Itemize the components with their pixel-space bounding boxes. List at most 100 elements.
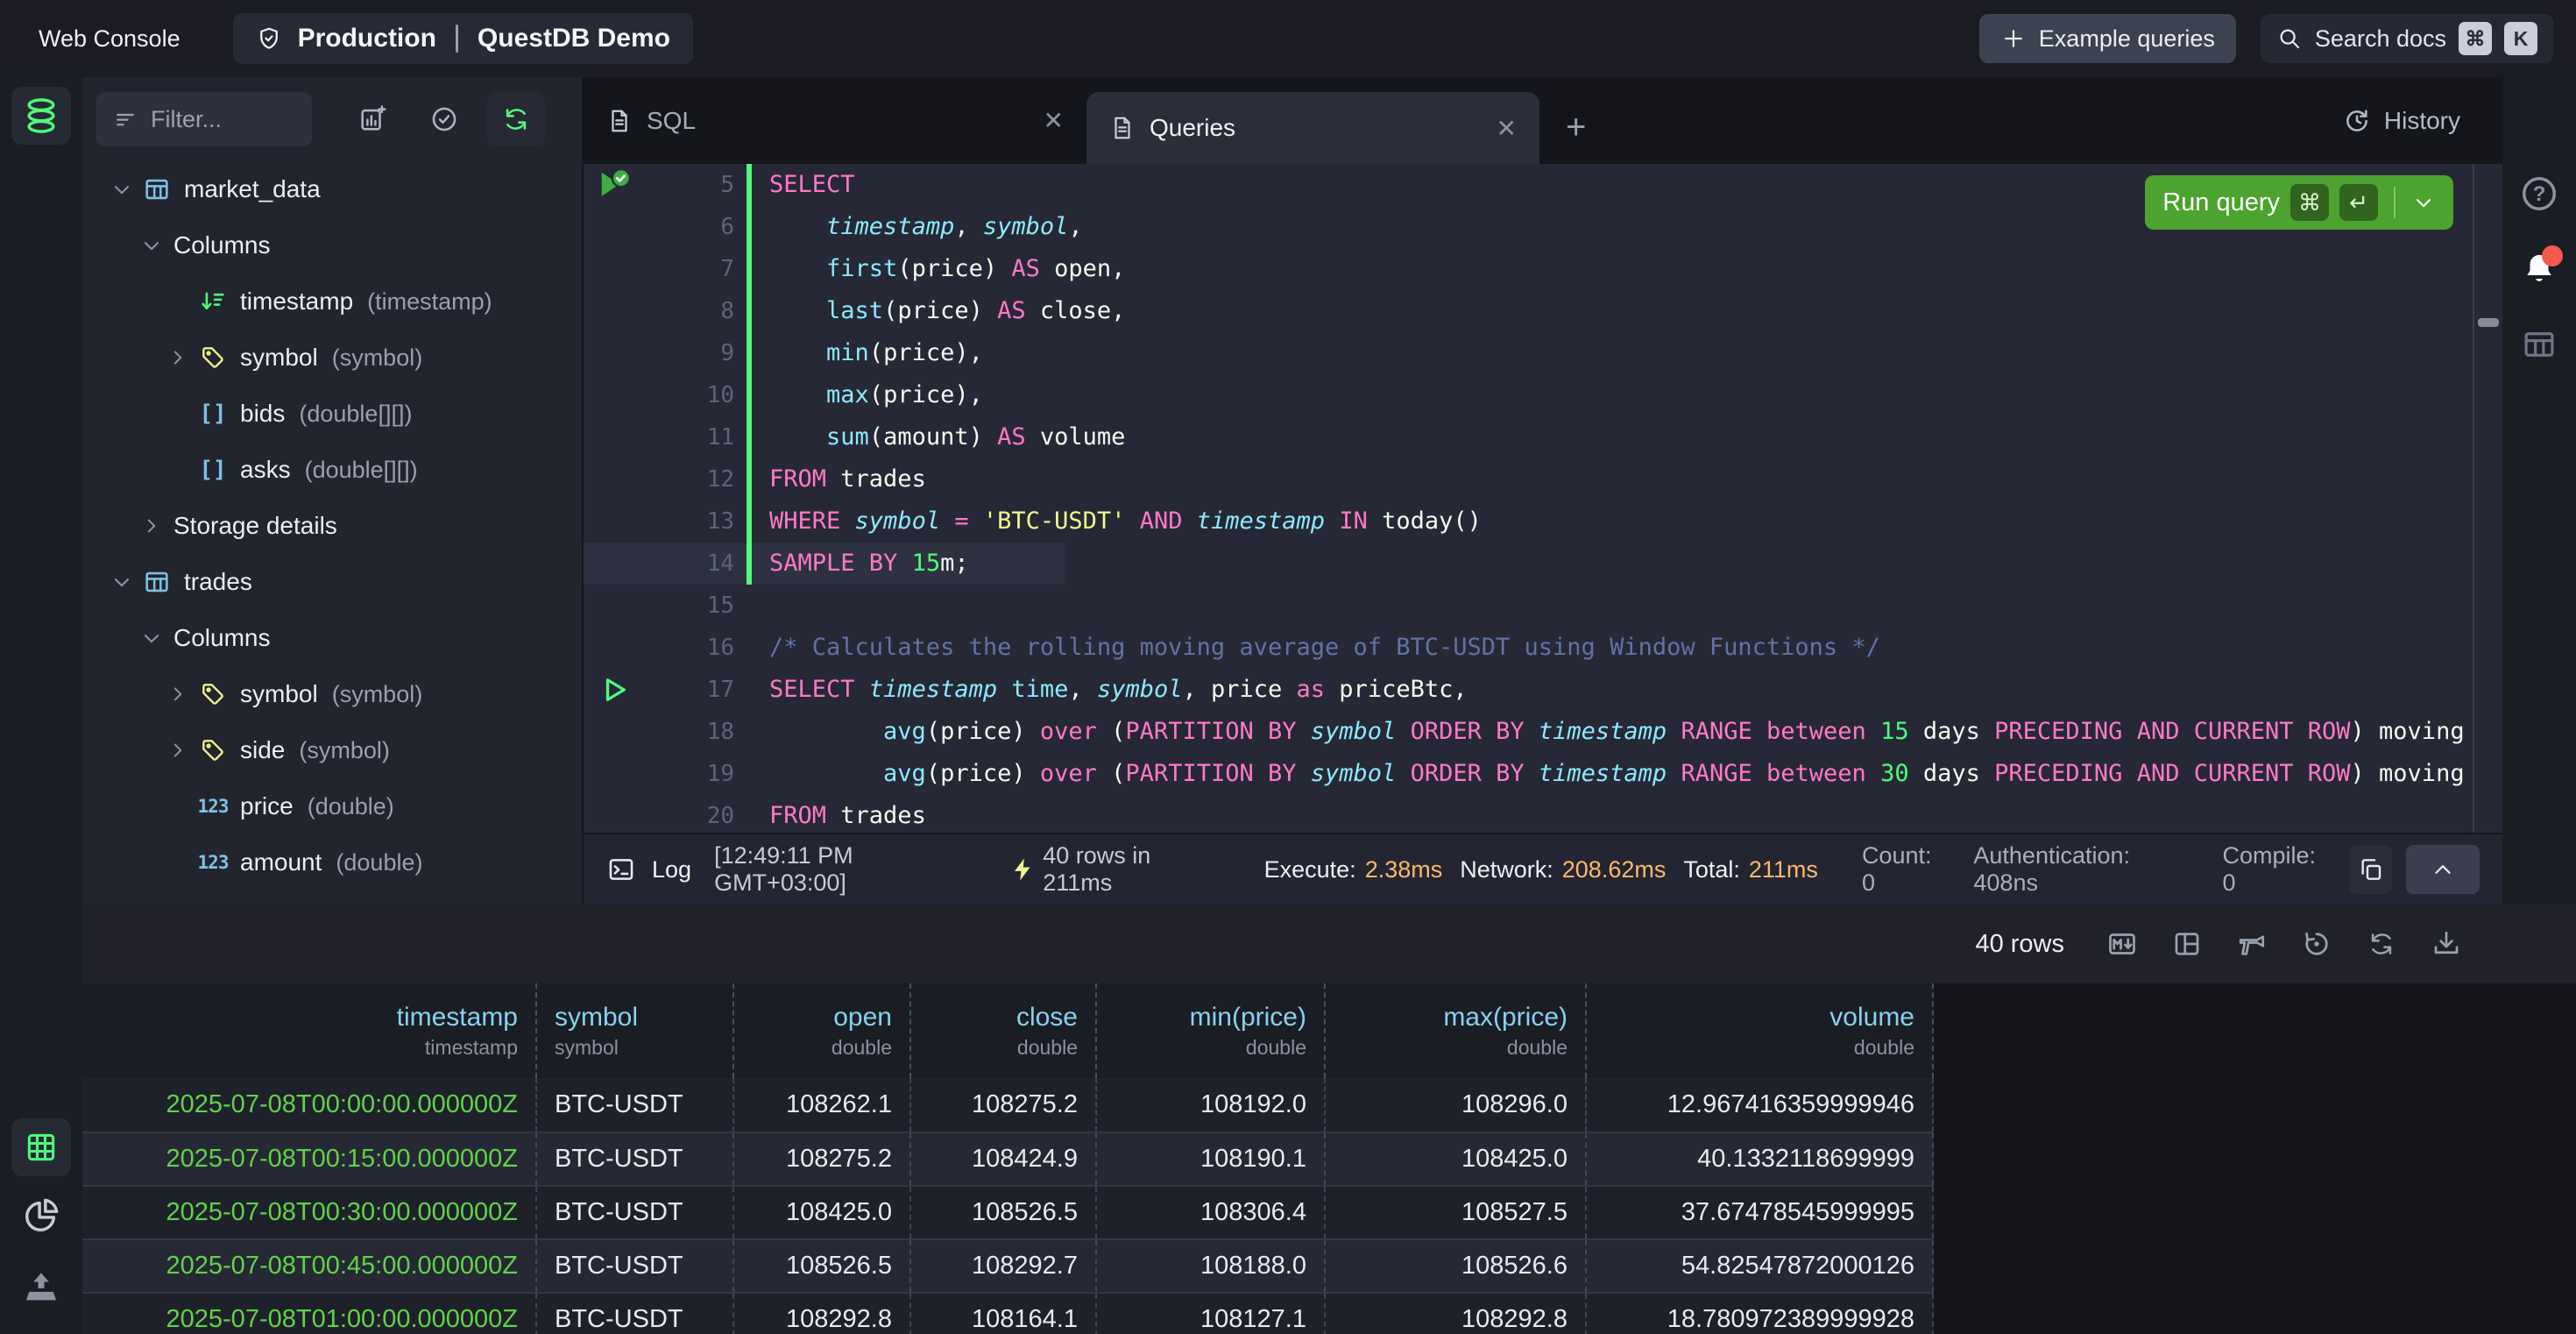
line-number: 6 <box>645 206 747 248</box>
instance-badge[interactable]: Production QuestDB Demo <box>233 13 693 64</box>
example-queries-button[interactable]: Example queries <box>1979 14 2236 63</box>
history-button[interactable]: History <box>2342 77 2460 164</box>
cell-min-price-: 108306.4 <box>1097 1187 1326 1238</box>
chevron-down-icon[interactable] <box>107 570 137 594</box>
instance-env: Production <box>298 24 436 53</box>
tree-item-symbol[interactable]: symbol(symbol) <box>82 330 582 386</box>
help-button[interactable]: ? <box>2519 174 2559 214</box>
notifications-button[interactable] <box>2521 251 2558 287</box>
tree-item-label: symbol <box>240 344 318 372</box>
download-icon[interactable] <box>2431 928 2462 960</box>
markdown-copy-icon[interactable] <box>2106 928 2138 960</box>
collapse-log-button[interactable] <box>2406 845 2480 894</box>
tree-item-columns[interactable]: Columns <box>82 217 582 273</box>
editor-scrollbar[interactable] <box>2473 164 2502 833</box>
chevron-right-icon[interactable] <box>163 346 193 369</box>
column-header-timestamp[interactable]: timestamptimestamp <box>82 983 537 1078</box>
tree-item-side[interactable]: side(symbol) <box>82 722 582 778</box>
tree-item-type: (double[][]) <box>299 401 412 428</box>
table-row[interactable]: 2025-07-08T00:15:00.000000ZBTC-USDT10827… <box>82 1132 1934 1185</box>
code-line-14: 14SAMPLE BY 15m; <box>584 543 2473 585</box>
chevron-down-icon[interactable] <box>107 177 137 202</box>
import-button[interactable] <box>21 1267 61 1307</box>
line-number: 9 <box>645 332 747 374</box>
log-stat: Compile: 0 <box>2222 842 2334 897</box>
tree-item-price[interactable]: 123price(double) <box>82 778 582 834</box>
tree-item-timestamp[interactable]: timestamp(timestamp) <box>82 891 582 905</box>
column-name: close <box>929 1003 1078 1032</box>
chevron-right-icon[interactable] <box>163 739 193 762</box>
gutter: 16 <box>584 627 752 669</box>
tree-item-storage-details[interactable]: Storage details <box>82 498 582 554</box>
column-header-volume[interactable]: volumedouble <box>1587 983 1934 1078</box>
column-header-max-price-[interactable]: max(price)double <box>1326 983 1587 1078</box>
metric-label: Network: <box>1460 856 1553 883</box>
tree-item-asks[interactable]: []asks(double[][]) <box>82 442 582 498</box>
column-header-close[interactable]: closedouble <box>911 983 1097 1078</box>
scrollbar-thumb[interactable] <box>2478 318 2499 327</box>
run-query-label: Run query <box>2162 188 2280 217</box>
tree-item-label: Storage details <box>173 512 337 540</box>
tag-icon <box>193 680 233 708</box>
gutter: 17 <box>584 669 752 711</box>
grid-view-button[interactable] <box>11 1118 71 1176</box>
table-row[interactable]: 2025-07-08T00:00:00.000000ZBTC-USDT10826… <box>82 1078 1934 1132</box>
tree-item-label: side <box>240 736 285 764</box>
cell-close: 108164.1 <box>911 1294 1097 1334</box>
run-query-button[interactable]: Run query ⌘ ↵ <box>2145 175 2453 230</box>
tree-item-amount[interactable]: 123amount(double) <box>82 834 582 891</box>
tree-item-symbol[interactable]: symbol(symbol) <box>82 666 582 722</box>
tab-queries[interactable]: Queries✕ <box>1086 92 1539 164</box>
table-icon <box>2521 326 2558 363</box>
tree-item-type: (symbol) <box>332 681 423 708</box>
line-number: 7 <box>645 248 747 290</box>
search-docs-button[interactable]: Search docs ⌘ K <box>2261 14 2553 63</box>
chevron-right-icon[interactable] <box>163 683 193 706</box>
restore-icon[interactable] <box>2301 928 2332 960</box>
code-line-7: 7 first(price) AS open, <box>584 248 2473 290</box>
select-tables-button[interactable] <box>415 92 473 146</box>
tree-item-columns[interactable]: Columns <box>82 610 582 666</box>
table-panel-button[interactable] <box>2521 326 2558 363</box>
code-text <box>752 585 769 627</box>
file-icon <box>1109 113 1136 143</box>
table-row[interactable]: 2025-07-08T00:30:00.000000ZBTC-USDT10842… <box>82 1185 1934 1238</box>
grid-layout-icon[interactable] <box>2171 928 2203 960</box>
chevron-down-icon[interactable] <box>137 626 166 650</box>
tab-sql[interactable]: SQL✕ <box>584 77 1086 164</box>
play-check-icon[interactable] <box>584 167 645 202</box>
sql-editor[interactable]: 5SELECT6 timestamp, symbol,7 first(price… <box>584 164 2502 833</box>
chevron-down-icon[interactable] <box>2411 190 2436 215</box>
tree-item-bids[interactable]: []bids(double[][]) <box>82 386 582 442</box>
filter-input[interactable] <box>151 106 273 133</box>
table-icon <box>137 567 177 597</box>
chevron-right-icon[interactable] <box>137 514 166 537</box>
tree-item-timestamp[interactable]: timestamp(timestamp) <box>82 273 582 330</box>
tabs: SQL✕Queries✕ <box>584 77 1539 164</box>
close-tab-icon[interactable]: ✕ <box>1017 106 1064 135</box>
refresh-icon[interactable] <box>2366 928 2397 960</box>
chart-view-button[interactable] <box>21 1196 61 1236</box>
table-row[interactable]: 2025-07-08T01:00:00.000000ZBTC-USDT10829… <box>82 1292 1934 1334</box>
close-tab-icon[interactable]: ✕ <box>1470 114 1517 143</box>
code-text: timestamp, symbol, <box>752 206 1083 248</box>
tree-item-trades[interactable]: trades <box>82 554 582 610</box>
code-text: first(price) AS open, <box>752 248 1125 290</box>
table-row[interactable]: 2025-07-08T00:45:00.000000ZBTC-USDT10852… <box>82 1238 1934 1292</box>
right-icon-rail: ? <box>2502 77 2576 905</box>
query-plan-icon[interactable] <box>2236 928 2268 960</box>
copy-log-button[interactable] <box>2349 845 2393 894</box>
add-matview-button[interactable] <box>343 92 401 146</box>
schema-explorer-button[interactable] <box>11 87 71 145</box>
new-tab-button[interactable]: + <box>1566 110 1586 145</box>
filter-icon <box>112 106 138 132</box>
cell-min-price-: 108188.0 <box>1097 1240 1326 1292</box>
column-header-symbol[interactable]: symbolsymbol <box>537 983 734 1078</box>
play-icon[interactable] <box>584 674 645 706</box>
tree-item-market-data[interactable]: market_data <box>82 161 582 217</box>
upload-icon <box>22 1267 60 1306</box>
column-header-open[interactable]: opendouble <box>734 983 911 1078</box>
column-header-min-price-[interactable]: min(price)double <box>1097 983 1326 1078</box>
chevron-down-icon[interactable] <box>137 233 166 258</box>
refresh-schema-button[interactable] <box>487 92 545 146</box>
